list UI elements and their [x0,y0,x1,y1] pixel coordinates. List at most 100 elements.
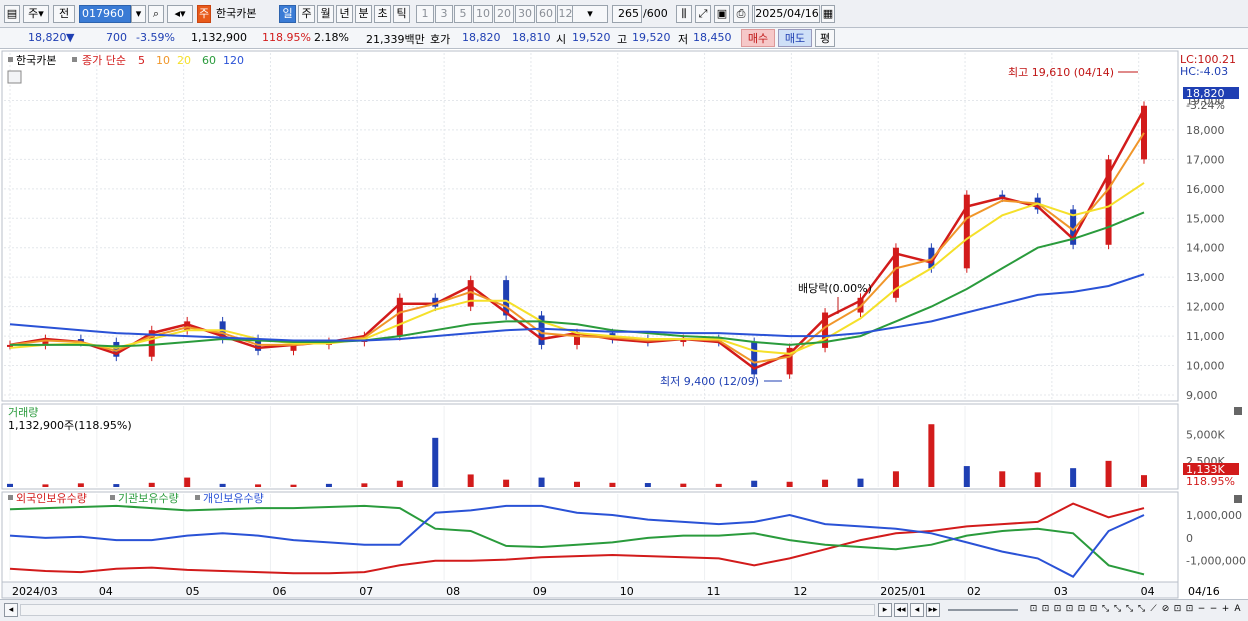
period-2[interactable]: 월 [317,5,334,23]
period-0[interactable]: 일 [279,5,296,23]
tool-14-icon[interactable]: − [1196,603,1207,617]
scroll-track[interactable] [20,604,875,616]
legend-marker [8,57,13,62]
period-6[interactable]: 틱 [393,5,410,23]
holdings-legend-2: 개인보유수량 [203,492,264,505]
volume-subtitle: 1,132,900주(118.95%) [8,419,132,432]
menu-icon[interactable]: ▤ [4,5,20,23]
tool-12-icon[interactable]: ⊡ [1172,603,1183,617]
interval-30[interactable]: 30 [515,5,535,23]
interval-10[interactable]: 10 [473,5,493,23]
tool-13-icon[interactable]: ⊡ [1184,603,1195,617]
price-tick-label: 18,000 [1186,124,1225,137]
stock-type-badge: 주 [197,5,211,23]
period-1[interactable]: 주 [298,5,315,23]
search-icon[interactable]: ⌕ [148,5,164,23]
prev-button[interactable]: 전 [53,5,75,23]
interval-dropdown[interactable]: ▾ [572,5,608,23]
buy-button[interactable]: 매수 [741,29,775,47]
volume-close-icon [1234,407,1242,415]
legend-mode: 종가 단순 [82,54,126,67]
open: 19,520 [572,31,611,44]
tool-1-icon[interactable]: ⊡ [1040,603,1051,617]
volume-bar [113,484,120,487]
legend-period-60: 60 [202,54,216,67]
zoom-slider[interactable] [948,609,1018,611]
scroll-left-icon[interactable]: ◂ [4,603,18,617]
tool-2-icon[interactable]: ⊡ [1052,603,1063,617]
bid: 18,810 [512,31,551,44]
legend-period-20: 20 [177,54,191,67]
x-axis-band [1,581,1179,599]
avg-button[interactable]: 평 [815,29,835,47]
period-4[interactable]: 분 [355,5,372,23]
tool-9-icon[interactable]: ⤡ [1136,603,1147,617]
interval-1[interactable]: 1 [416,5,434,23]
next-page-icon[interactable]: ▸▸ [926,603,940,617]
price-tick-label: 16,000 [1186,183,1225,196]
price-chart[interactable]: 9,000 10,000 11,000 12,000 13,000 14,000 15,00… [0,49,1248,599]
volume-bar [42,484,49,487]
code-input[interactable]: 017960 [79,5,131,23]
x-tick-label: 12 [793,585,807,598]
tool-5-icon[interactable]: ⊡ [1088,603,1099,617]
tool-16-icon[interactable]: + [1220,603,1231,617]
legend-period-120: 120 [223,54,244,67]
low: 18,450 [693,31,732,44]
x-tick-label: 06 [272,585,286,598]
volume-bar [999,471,1006,487]
legend-marker [72,57,77,62]
tool-6-icon[interactable]: ⤡ [1100,603,1111,617]
interval-60[interactable]: 60 [536,5,556,23]
interval-5[interactable]: 5 [454,5,472,23]
price-tick-label: 12,000 [1186,301,1225,314]
count-input[interactable]: 265 [612,5,642,23]
tool-8-icon[interactable]: ⤡ [1124,603,1135,617]
price-tick-label: 10,000 [1186,360,1225,373]
tool-0-icon[interactable]: ⊡ [1028,603,1039,617]
change-pct: -3.59% [136,31,175,44]
period-3[interactable]: 년 [336,5,353,23]
x-tick-label: 09 [533,585,547,598]
sell-button[interactable]: 매도 [778,29,812,47]
tool-10-icon[interactable]: ⟋ [1148,603,1159,617]
tool-7-icon[interactable]: ⤡ [1112,603,1123,617]
market-select[interactable]: 주 ▾ [23,5,49,23]
x-tick-label: 2025/01 [880,585,926,598]
volume-bar [1105,460,1112,487]
print-icon[interactable]: ⎙ [733,5,749,23]
volume-bar [7,483,13,487]
scroll-right-icon[interactable]: ▸ [878,603,892,617]
tool-4-icon[interactable]: ⊡ [1076,603,1087,617]
code-dropdown-icon[interactable]: ▾ [131,5,146,23]
tool-11-icon[interactable]: ⊘ [1160,603,1171,617]
legend-name: 한국카본 [16,54,56,67]
tool-3-icon[interactable]: ⊡ [1064,603,1075,617]
save-icon[interactable]: ▣ [714,5,730,23]
volume-bar [822,479,829,487]
high-label: 고 [617,33,628,46]
date-input[interactable]: 2025/04/16 [754,5,820,23]
x-tick-label: 07 [359,585,373,598]
price-tick-label: 9,000 [1186,389,1218,402]
prev-page-icon[interactable]: ◂ [910,603,924,617]
candle-icon[interactable]: ⫼ [676,5,692,23]
tool-17-icon[interactable]: A [1232,603,1243,617]
pct-label: -3.24% [1186,99,1225,112]
first-page-icon[interactable]: ◂◂ [894,603,908,617]
crosshair-icon[interactable]: ⤢ [695,5,711,23]
sound-icon[interactable]: ◂▾ [167,5,193,23]
stock-name: 한국카본 [216,7,257,20]
volume-bar [1141,475,1147,487]
price-tick-label: 15,000 [1186,212,1225,225]
interval-20[interactable]: 20 [494,5,514,23]
ask: 18,820 [462,31,501,44]
x-right-label: 04/16 [1188,585,1220,598]
holdings-legend-marker [110,495,115,500]
calendar-icon[interactable]: ▦ [821,5,835,23]
interval-3[interactable]: 3 [435,5,453,23]
scroll-bar: ◂ ▸ ◂◂ ◂ ▸▸ ⊡ ⊡ ⊡ ⊡ ⊡ ⊡ ⤡ ⤡ ⤡ ⤡ ⟋ ⊘ ⊡ ⊡ − − + A [0,599,1248,621]
period-5[interactable]: 초 [374,5,391,23]
tool-15-icon[interactable]: − [1208,603,1219,617]
change: 700 [106,31,127,44]
